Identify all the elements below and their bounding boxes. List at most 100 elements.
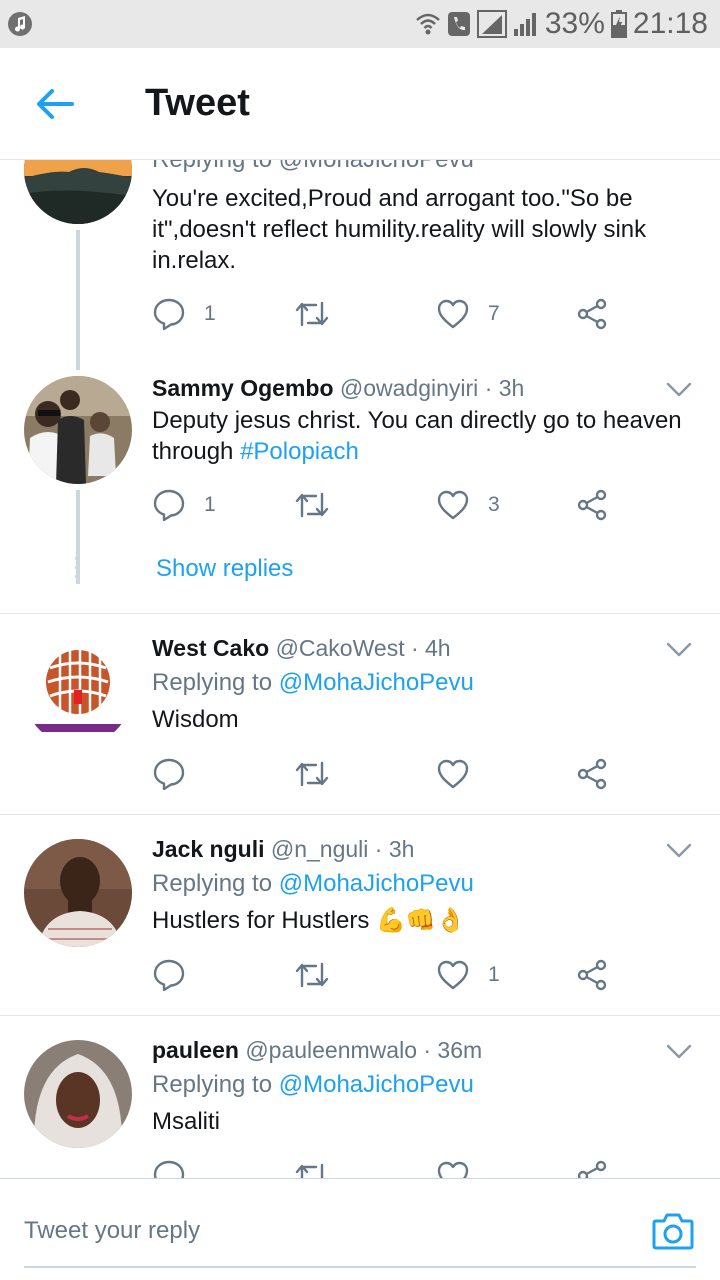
- avatar[interactable]: [24, 1040, 132, 1148]
- tweet-actions: [152, 754, 622, 794]
- share-button[interactable]: [576, 294, 608, 334]
- tweet-time: · 3h: [484, 375, 525, 401]
- reply-feed[interactable]: Replying to @MohaJichoPevu You're excite…: [0, 160, 720, 1178]
- app-bar: Tweet: [0, 48, 720, 160]
- like-icon: [437, 960, 469, 990]
- share-button[interactable]: [576, 485, 608, 525]
- like-button[interactable]: 3: [436, 485, 500, 525]
- author-name[interactable]: Sammy Ogembo: [152, 375, 334, 401]
- chevron-down-icon[interactable]: [666, 642, 692, 658]
- tweet-card[interactable]: Replying to @MohaJichoPevu You're excite…: [0, 160, 720, 370]
- replying-to-handle[interactable]: @MohaJichoPevu: [279, 669, 474, 696]
- like-button[interactable]: [436, 754, 470, 794]
- reply-count: 1: [204, 493, 216, 516]
- tweet-text: Deputy jesus christ. You can directly go…: [152, 405, 692, 467]
- retweet-button[interactable]: [294, 485, 348, 525]
- status-bar: 33% 21:18: [0, 0, 720, 48]
- retweet-button[interactable]: [294, 294, 348, 334]
- reply-icon: [153, 489, 185, 522]
- avatar[interactable]: [24, 638, 132, 746]
- like-icon: [437, 759, 469, 789]
- avatar[interactable]: [24, 160, 132, 224]
- reply-button[interactable]: [152, 754, 186, 794]
- share-icon: [577, 959, 607, 991]
- camera-icon[interactable]: [652, 1211, 694, 1251]
- author-handle[interactable]: @CakoWest: [276, 635, 405, 661]
- divider: [0, 1015, 720, 1016]
- tweet-header: Jack nguli @n_nguli · 3h: [152, 836, 414, 863]
- retweet-icon: [295, 761, 329, 787]
- share-button[interactable]: [576, 754, 608, 794]
- tweet-actions: 1 7: [152, 294, 622, 334]
- replying-prefix: Replying to: [152, 870, 273, 897]
- divider: [0, 613, 720, 614]
- reply-icon: [153, 1160, 185, 1178]
- author-handle[interactable]: @pauleenmwalo: [245, 1037, 417, 1063]
- share-button[interactable]: [576, 955, 608, 995]
- tweet-text: You're excited,Proud and arrogant too."S…: [152, 185, 647, 274]
- like-button[interactable]: 1: [436, 955, 500, 995]
- battery-percent: 33%: [544, 7, 605, 40]
- like-count: 7: [488, 302, 500, 325]
- replying-prefix: Replying to: [152, 669, 273, 696]
- tweet-actions: 1: [152, 955, 622, 995]
- share-button[interactable]: [576, 1156, 608, 1178]
- tweet-header: West Cako @CakoWest · 4h: [152, 635, 451, 662]
- avatar[interactable]: [24, 839, 132, 947]
- tweet-time: · 3h: [374, 836, 415, 862]
- retweet-icon: [295, 492, 329, 518]
- battery-icon: [610, 10, 627, 38]
- hashtag-link[interactable]: #Polopiach: [240, 438, 359, 465]
- retweet-button[interactable]: [294, 955, 330, 995]
- reply-button[interactable]: 1: [152, 485, 216, 525]
- reply-composer: Tweet your reply: [0, 1178, 720, 1280]
- wifi-icon: [416, 13, 440, 35]
- tweet-text-body: Deputy jesus christ. You can directly go…: [152, 407, 682, 465]
- replying-to-line: Replying to @MohaJichoPevu: [152, 669, 474, 697]
- author-handle[interactable]: @owadginyiri: [340, 375, 478, 401]
- tweet-text: Hustlers for Hustlers 💪👊👌: [152, 907, 466, 934]
- share-icon: [577, 298, 607, 330]
- back-arrow-icon[interactable]: [32, 84, 76, 124]
- like-icon: [437, 299, 469, 329]
- tweet-time: · 36m: [423, 1037, 483, 1063]
- page-title: Tweet: [145, 82, 250, 124]
- reply-button[interactable]: [152, 1156, 186, 1178]
- music-icon: [8, 12, 32, 36]
- reply-input[interactable]: Tweet your reply: [24, 1217, 200, 1245]
- chevron-down-icon[interactable]: [666, 382, 692, 398]
- reply-input-underline: [24, 1266, 696, 1268]
- author-name[interactable]: Jack nguli: [152, 836, 264, 862]
- retweet-button[interactable]: [294, 754, 330, 794]
- replying-to-handle[interactable]: @MohaJichoPevu: [279, 1071, 474, 1098]
- replying-to-line: Replying to @MohaJichoPevu: [152, 160, 474, 174]
- chevron-down-icon[interactable]: [666, 1044, 692, 1060]
- avatar[interactable]: [24, 376, 132, 484]
- author-name[interactable]: West Cako: [152, 635, 269, 661]
- reply-count: 1: [204, 302, 216, 325]
- retweet-icon: [295, 1163, 324, 1178]
- author-name[interactable]: pauleen: [152, 1037, 239, 1063]
- like-count: 3: [488, 493, 500, 516]
- tweet-actions: 1 3: [152, 485, 622, 525]
- share-icon: [577, 1160, 607, 1178]
- share-icon: [577, 489, 607, 521]
- like-button[interactable]: 7: [436, 294, 500, 334]
- like-button[interactable]: [436, 1156, 470, 1178]
- divider: [0, 814, 720, 815]
- replying-to-handle[interactable]: @MohaJichoPevu: [279, 870, 474, 897]
- retweet-icon: [295, 962, 329, 988]
- replying-to-line: Replying to @MohaJichoPevu: [152, 870, 474, 898]
- reply-button[interactable]: 1: [152, 294, 216, 334]
- reply-button[interactable]: [152, 955, 186, 995]
- show-replies-link[interactable]: Show replies: [156, 555, 293, 583]
- author-handle[interactable]: @n_nguli: [271, 836, 369, 862]
- tweet-text: Msaliti: [152, 1108, 221, 1135]
- reply-icon: [153, 959, 185, 992]
- replying-to-line: Replying to @MohaJichoPevu: [152, 1071, 474, 1099]
- tweet-actions: [152, 1156, 622, 1178]
- clock: 21:18: [632, 7, 708, 40]
- like-icon: [437, 1161, 469, 1178]
- chevron-down-icon[interactable]: [666, 843, 692, 859]
- retweet-button[interactable]: [294, 1156, 330, 1178]
